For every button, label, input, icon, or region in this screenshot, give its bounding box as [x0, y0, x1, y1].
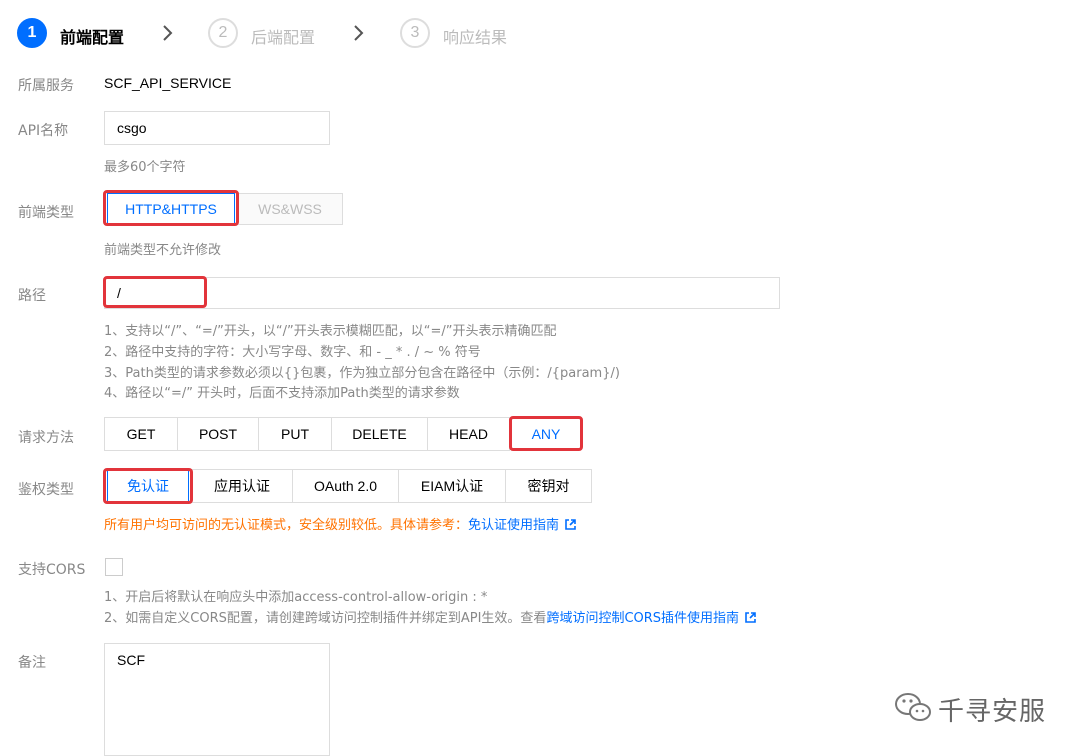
method-head-button[interactable]: HEAD: [427, 417, 510, 451]
auth-none-button[interactable]: 免认证: [107, 470, 189, 502]
path-hint-1: 1、支持以“/”、“=/”开头，以“/”开头表示模糊匹配，以“=/”开头表示精确…: [104, 324, 557, 339]
remark-label: 备注: [18, 655, 46, 671]
api-name-label: API名称: [18, 123, 69, 139]
frontend-type-http-button[interactable]: HTTP&HTTPS: [107, 193, 235, 225]
cors-label: 支持CORS: [18, 562, 86, 578]
external-link-icon[interactable]: [565, 519, 576, 530]
chevron-right-icon: [354, 25, 364, 41]
chevron-right-icon: [163, 25, 173, 41]
path-hint-4: 4、路径以“=/” 开头时，后面不支持添加Path类型的请求参数: [104, 386, 460, 401]
external-link-icon[interactable]: [745, 612, 756, 623]
cors-hint-1: 1、开启后将默认在响应头中添加access-control-allow-orig…: [104, 590, 488, 605]
frontend-type-label: 前端类型: [18, 205, 74, 221]
step-1-number: 1: [17, 18, 47, 48]
auth-label: 鉴权类型: [18, 482, 74, 498]
method-delete-button[interactable]: DELETE: [331, 417, 428, 451]
method-get-button[interactable]: GET: [104, 417, 178, 451]
auth-oauth-button[interactable]: OAuth 2.0: [292, 469, 399, 503]
watermark-text: 千寻安服: [938, 697, 1047, 727]
auth-app-button[interactable]: 应用认证: [191, 469, 293, 503]
step-2-number: 2: [208, 18, 238, 48]
cors-hint-2: 2、如需自定义CORS配置，请创建跨域访问控制插件并绑定到API生效。查看跨域访…: [104, 607, 756, 626]
method-post-button[interactable]: POST: [177, 417, 259, 451]
method-label: 请求方法: [18, 430, 74, 446]
method-put-button[interactable]: PUT: [258, 417, 332, 451]
api-name-input[interactable]: [104, 111, 330, 145]
path-input[interactable]: [104, 277, 780, 309]
path-hint-2: 2、路径中支持的字符：大小写字母、数字、和 - _ * . / ~ % 符号: [104, 345, 481, 360]
method-any-button[interactable]: ANY: [511, 418, 581, 450]
cors-hint-2-text: 2、如需自定义CORS配置，请创建跨域访问控制插件并绑定到API生效。查看: [104, 611, 547, 626]
auth-keypair-button[interactable]: 密钥对: [505, 469, 592, 503]
cors-guide-link[interactable]: 跨域访问控制CORS插件使用指南: [546, 611, 739, 626]
auth-guide-link[interactable]: 免认证使用指南: [468, 518, 559, 533]
frontend-type-hint: 前端类型不允许修改: [104, 243, 222, 258]
frontend-type-ws-button[interactable]: WS&WSS: [237, 193, 343, 225]
path-label: 路径: [18, 288, 46, 304]
step-3-number: 3: [400, 18, 430, 48]
service-value: SCF_API_SERVICE: [104, 75, 232, 91]
service-label: 所属服务: [18, 78, 74, 94]
auth-warning: 所有用户均可访问的无认证模式，安全级别较低。具体请参考：免认证使用指南: [104, 514, 576, 533]
remark-textarea[interactable]: SCF: [104, 643, 330, 756]
auth-warning-text: 所有用户均可访问的无认证模式，安全级别较低。具体请参考：: [104, 518, 469, 533]
auth-eiam-button[interactable]: EIAM认证: [398, 469, 506, 503]
step-2-label[interactable]: 后端配置: [251, 24, 315, 48]
step-1-label[interactable]: 前端配置: [60, 24, 124, 48]
wechat-logo-icon: [895, 693, 931, 721]
path-hint-3: 3、Path类型的请求参数必须以{}包裹，作为独立部分包含在路径中（示例：/{p…: [104, 366, 620, 381]
step-3-label[interactable]: 响应结果: [443, 24, 507, 48]
api-name-hint: 最多60个字符: [104, 160, 186, 175]
cors-checkbox[interactable]: [105, 558, 123, 576]
